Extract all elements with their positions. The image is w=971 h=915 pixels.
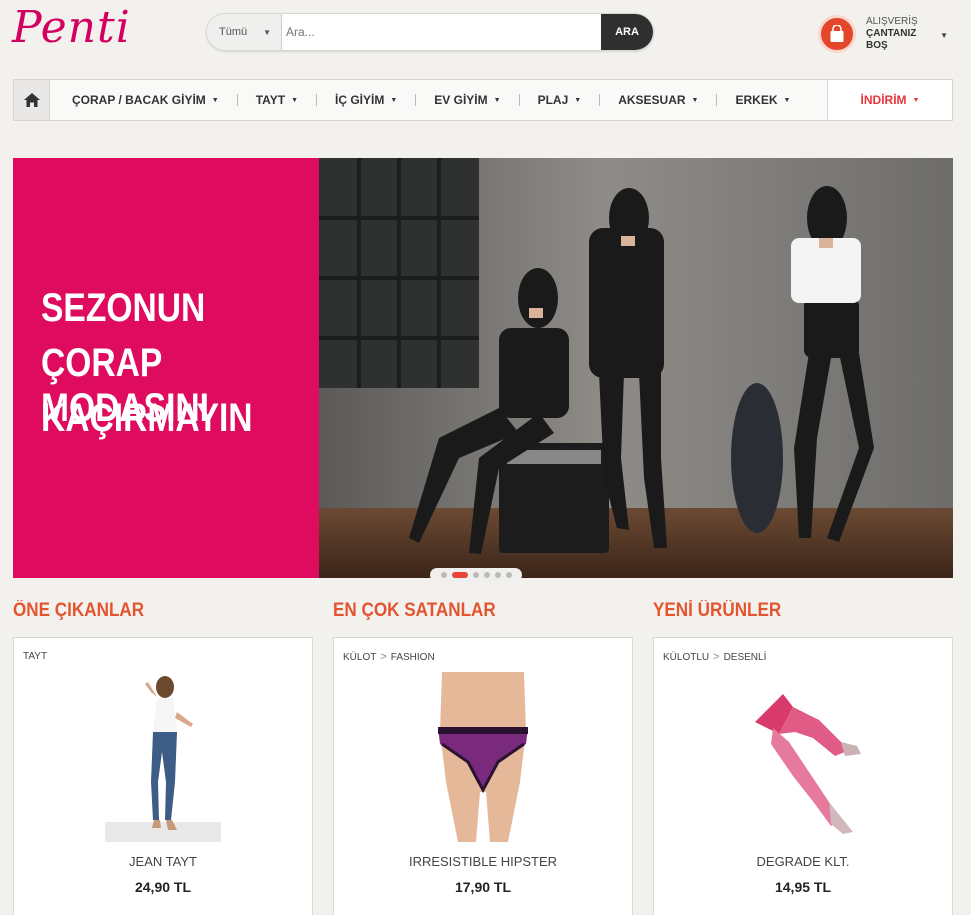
carousel-dot[interactable] bbox=[472, 572, 479, 578]
section-title-new-products: YENİ ÜRÜNLER bbox=[653, 600, 782, 621]
nav-item-corap[interactable]: ÇORAP / BACAK GİYİM ▼ bbox=[50, 93, 237, 107]
carousel-dot[interactable] bbox=[440, 572, 447, 578]
cart-line-2: ÇANTANIZ bbox=[866, 28, 917, 39]
breadcrumb-separator-icon: > bbox=[380, 651, 387, 663]
main-navigation: ÇORAP / BACAK GİYİM ▼ TAYT ▼ İÇ GİYİM ▼ EV … bbox=[13, 79, 953, 121]
banner-headline-line: KAÇIRMAYIN bbox=[41, 396, 253, 440]
carousel-dot[interactable] bbox=[505, 572, 512, 578]
nav-item-ev-giyim[interactable]: EV GİYİM ▼ bbox=[416, 93, 518, 107]
banner-text-panel: SEZONUN ÇORAP MODASINI KAÇIRMAYIN bbox=[13, 158, 319, 578]
caret-down-icon: ▼ bbox=[291, 96, 299, 104]
search-input[interactable] bbox=[282, 14, 601, 50]
caret-down-icon: ▼ bbox=[390, 96, 398, 104]
search-button[interactable]: ARA bbox=[601, 14, 653, 50]
chevron-down-icon: ▼ bbox=[940, 31, 948, 40]
breadcrumb-item[interactable]: KÜLOT bbox=[343, 652, 376, 663]
cart-line-3: BOŞ bbox=[866, 40, 888, 51]
search-bar: Tümü ▼ ARA bbox=[206, 13, 654, 51]
carousel-dot[interactable] bbox=[494, 572, 501, 578]
nav-item-erkek[interactable]: ERKEK ▼ bbox=[717, 93, 808, 107]
product-name[interactable]: DEGRADE KLT. bbox=[654, 854, 952, 869]
product-card-new[interactable]: KÜLOTLU > DESENLİ DEGRADE KLT. 14,95 TL bbox=[653, 637, 953, 915]
product-price: 14,95 TL bbox=[774, 879, 832, 895]
caret-down-icon: ▼ bbox=[691, 96, 699, 104]
product-breadcrumb: TAYT bbox=[23, 651, 47, 662]
nav-item-label: ÇORAP / BACAK GİYİM bbox=[72, 93, 206, 107]
home-button[interactable] bbox=[14, 80, 50, 120]
nav-item-label: TAYT bbox=[255, 93, 286, 107]
product-price: 24,90 TL bbox=[134, 879, 192, 895]
breadcrumb-item[interactable]: KÜLOTLU bbox=[663, 652, 709, 663]
hero-banner[interactable]: SEZONUN ÇORAP MODASINI KAÇIRMAYIN bbox=[13, 158, 953, 578]
breadcrumb-item[interactable]: DESENLİ bbox=[724, 652, 767, 663]
carousel-dot[interactable] bbox=[483, 572, 490, 578]
nav-item-aksesuar[interactable]: AKSESUAR ▼ bbox=[600, 93, 716, 107]
search-category-label: Tümü bbox=[219, 26, 248, 38]
cart-status: ALIŞVERİŞ ÇANTANIZ BOŞ bbox=[866, 16, 918, 52]
product-name[interactable]: JEAN TAYT bbox=[14, 854, 312, 869]
product-image-jean-tayt[interactable] bbox=[105, 672, 221, 842]
banner-photo bbox=[319, 158, 953, 578]
caret-down-icon: ▼ bbox=[574, 96, 582, 104]
banner-headline-line: SEZONUN bbox=[41, 286, 206, 330]
product-breadcrumb: KÜLOTLU > DESENLİ bbox=[663, 651, 766, 663]
carousel-dot-active[interactable] bbox=[451, 572, 468, 578]
nav-item-label: ERKEK bbox=[735, 93, 778, 107]
nav-sale-label: İNDİRİM bbox=[860, 93, 907, 107]
product-image-degrade-klt[interactable] bbox=[733, 672, 873, 842]
product-breadcrumb: KÜLOT > FASHION bbox=[343, 651, 435, 663]
product-image-irresistible-hipster[interactable] bbox=[428, 672, 538, 842]
section-title-bestsellers: EN ÇOK SATANLAR bbox=[333, 600, 496, 621]
product-card-featured[interactable]: TAYT JEAN TAYT 24,90 TL bbox=[13, 637, 313, 915]
caret-down-icon: ▼ bbox=[912, 96, 920, 104]
cart-line-1: ALIŞVERİŞ bbox=[866, 16, 918, 27]
chevron-down-icon: ▼ bbox=[263, 27, 271, 37]
shopping-cart[interactable]: ALIŞVERİŞ ÇANTANIZ BOŞ ▼ bbox=[818, 11, 950, 57]
caret-down-icon: ▼ bbox=[493, 96, 501, 104]
nav-item-plaj[interactable]: PLAJ ▼ bbox=[520, 93, 600, 107]
home-icon bbox=[23, 93, 40, 107]
nav-item-label: AKSESUAR bbox=[618, 93, 686, 107]
product-price: 17,90 TL bbox=[454, 879, 512, 895]
carousel-dots bbox=[430, 568, 522, 582]
caret-down-icon: ▼ bbox=[211, 96, 219, 104]
nav-item-ic-giyim[interactable]: İÇ GİYİM ▼ bbox=[317, 93, 415, 107]
product-card-bestseller[interactable]: KÜLOT > FASHION IRRESISTIBLE HIPSTER 17,… bbox=[333, 637, 633, 915]
nav-item-label: EV GİYİM bbox=[434, 93, 488, 107]
caret-down-icon: ▼ bbox=[783, 96, 791, 104]
section-title-featured: ÖNE ÇIKANLAR bbox=[13, 600, 145, 621]
breadcrumb-item[interactable]: TAYT bbox=[23, 651, 47, 662]
product-name[interactable]: IRRESISTIBLE HIPSTER bbox=[334, 854, 632, 869]
penti-logo[interactable]: Penti bbox=[12, 2, 131, 53]
nav-item-label: PLAJ bbox=[537, 93, 569, 107]
nav-items: ÇORAP / BACAK GİYİM ▼ TAYT ▼ İÇ GİYİM ▼ EV … bbox=[50, 80, 827, 120]
shopping-bag-icon bbox=[818, 15, 856, 53]
nav-item-tayt[interactable]: TAYT ▼ bbox=[238, 93, 316, 107]
nav-item-label: İÇ GİYİM bbox=[335, 93, 385, 107]
breadcrumb-item[interactable]: FASHION bbox=[391, 652, 435, 663]
nav-item-indirim[interactable]: İNDİRİM ▼ bbox=[827, 80, 952, 120]
search-category-select[interactable]: Tümü ▼ bbox=[207, 14, 282, 50]
breadcrumb-separator-icon: > bbox=[713, 651, 720, 663]
